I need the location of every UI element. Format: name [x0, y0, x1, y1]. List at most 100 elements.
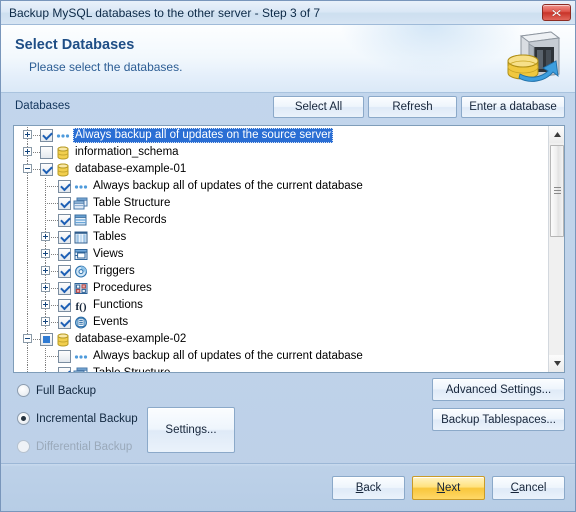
tree-row-checkbox[interactable]: [58, 350, 71, 363]
close-button[interactable]: [542, 4, 571, 21]
back-button[interactable]: Back: [332, 476, 405, 500]
tree-row[interactable]: Procedures: [14, 280, 549, 297]
procedures-icon: [73, 282, 89, 296]
tree-row[interactable]: database-example-01: [14, 161, 549, 178]
databases-tree-panel[interactable]: Always backup all of updates on the sour…: [13, 125, 565, 373]
scroll-down-button[interactable]: [549, 355, 564, 372]
toolbar-row: Databases Select All Refresh Enter a dat…: [1, 94, 575, 122]
tree-row-label: Procedures: [93, 282, 152, 294]
expand-node-icon[interactable]: [41, 300, 50, 309]
tree-guide-line: [27, 263, 28, 280]
backup-tablespaces-button[interactable]: Backup Tablespaces...: [432, 408, 565, 431]
advanced-settings-button[interactable]: Advanced Settings...: [432, 378, 565, 401]
scrollbar-thumb[interactable]: [550, 145, 564, 237]
title-bar: Backup MySQL databases to the other serv…: [1, 1, 575, 25]
database-backup-icon: [501, 30, 563, 91]
window-title: Backup MySQL databases to the other serv…: [9, 5, 321, 20]
tree-row[interactable]: Tables: [14, 229, 549, 246]
tree-guide-line: [27, 229, 28, 246]
expand-node-icon[interactable]: [41, 266, 50, 275]
tree-row-label: Events: [93, 316, 129, 328]
tree-row[interactable]: Table Records: [14, 212, 549, 229]
dots-icon: [73, 350, 89, 364]
tree-row[interactable]: f() Functions: [14, 297, 549, 314]
tree-row-checkbox[interactable]: [58, 282, 71, 295]
radio-full-backup-label: Full Backup: [36, 384, 97, 397]
radio-indicator: [17, 384, 30, 397]
expand-node-icon[interactable]: [41, 249, 50, 258]
tree-row-checkbox[interactable]: [40, 146, 53, 159]
radio-incremental-backup[interactable]: Incremental Backup: [17, 412, 138, 425]
scroll-up-arrow-icon: [553, 132, 561, 137]
tree-guide-line: [27, 178, 28, 195]
expand-node-icon[interactable]: [41, 283, 50, 292]
database-icon: [55, 333, 71, 347]
tree-guide-line: [27, 314, 28, 331]
tree-row[interactable]: Table Structure: [14, 195, 549, 212]
tree-row-label: Views: [93, 248, 124, 260]
collapse-node-icon[interactable]: [23, 334, 32, 343]
dialog-window: Backup MySQL databases to the other serv…: [0, 0, 576, 512]
tree-guide-line: [27, 246, 28, 263]
tree-row-checkbox[interactable]: [58, 299, 71, 312]
table-structure-icon: [73, 197, 89, 211]
tree-row-checkbox[interactable]: [40, 129, 53, 142]
tree-row[interactable]: Table Structure: [14, 365, 549, 373]
tree-row[interactable]: Always backup all of updates of the curr…: [14, 348, 549, 365]
tree-row-label: Tables: [93, 231, 127, 243]
scroll-up-button[interactable]: [549, 126, 564, 143]
expand-node-icon[interactable]: [23, 130, 32, 139]
collapse-node-icon[interactable]: [23, 164, 32, 173]
page-subtitle: Please select the databases.: [29, 60, 183, 74]
tree-row-checkbox[interactable]: [58, 180, 71, 193]
triggers-icon: [73, 265, 89, 279]
tree-rows-container: Always backup all of updates on the sour…: [14, 126, 549, 372]
tree-row[interactable]: information_schema: [14, 144, 549, 161]
tree-row-label: Table Structure: [93, 367, 171, 373]
databases-label: Databases: [15, 100, 70, 112]
settings-button[interactable]: Settings...: [147, 407, 235, 453]
close-icon: [551, 8, 562, 17]
tree-row-checkbox[interactable]: [40, 163, 53, 176]
tree-row-checkbox[interactable]: [58, 214, 71, 227]
refresh-button[interactable]: Refresh: [368, 96, 457, 118]
expand-node-icon[interactable]: [41, 317, 50, 326]
tree-row-label: Table Structure: [93, 197, 171, 209]
next-button[interactable]: Next: [412, 476, 485, 500]
tree-row-checkbox[interactable]: [58, 367, 71, 372]
tree-guide-line: [45, 186, 58, 187]
page-title: Select Databases: [15, 37, 135, 53]
functions-icon: f(): [73, 299, 89, 313]
radio-full-backup[interactable]: Full Backup: [17, 384, 96, 397]
tree-row-checkbox[interactable]: [58, 197, 71, 210]
svg-text:f(): f(): [76, 301, 87, 313]
tree-row-checkbox[interactable]: [58, 248, 71, 261]
tree-row-checkbox[interactable]: [58, 265, 71, 278]
tree-row[interactable]: Events: [14, 314, 549, 331]
tree-row[interactable]: Always backup all of updates on the sour…: [14, 127, 549, 144]
tree-row[interactable]: Always backup all of updates of the curr…: [14, 178, 549, 195]
expand-node-icon[interactable]: [41, 232, 50, 241]
cancel-button[interactable]: Cancel: [492, 476, 565, 500]
scrollbar-grip-icon: [554, 187, 561, 194]
tree-vertical-scrollbar[interactable]: [548, 126, 564, 372]
enter-a-database-button[interactable]: Enter a database: [461, 96, 565, 118]
tree-row-label: Triggers: [93, 265, 135, 277]
dots-icon: [73, 180, 89, 194]
tree-row-checkbox[interactable]: [58, 316, 71, 329]
tree-row[interactable]: Views: [14, 246, 549, 263]
table-records-icon: [73, 214, 89, 228]
database-icon: [55, 146, 71, 160]
tree-guide-line: [27, 365, 28, 372]
tree-row[interactable]: database-example-02: [14, 331, 549, 348]
radio-incremental-backup-label: Incremental Backup: [36, 412, 138, 425]
tree-row-checkbox[interactable]: [40, 333, 53, 346]
tree-row[interactable]: Triggers: [14, 263, 549, 280]
tree-row-label: Always backup all of updates on the sour…: [73, 128, 334, 143]
scroll-down-arrow-icon: [553, 361, 561, 366]
tree-guide-line: [27, 195, 28, 212]
expand-node-icon[interactable]: [23, 147, 32, 156]
tree-guide-line: [45, 356, 58, 357]
select-all-button[interactable]: Select All: [273, 96, 364, 118]
tree-row-checkbox[interactable]: [58, 231, 71, 244]
